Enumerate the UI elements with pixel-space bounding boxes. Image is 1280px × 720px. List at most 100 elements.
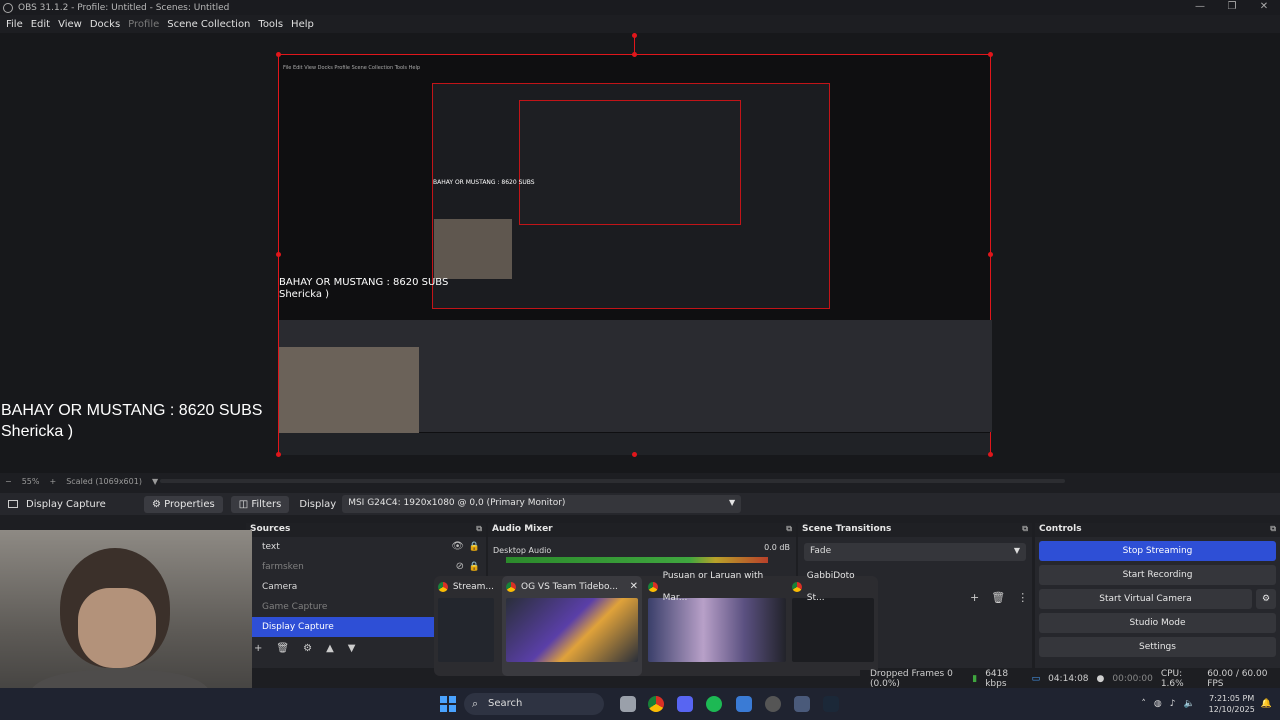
taskbar-thumbnail-popup: Stream... OG VS Team Tidebo... ✕ Pusuan o… [434, 571, 878, 676]
dock-float-icon[interactable]: ⧉ [476, 524, 482, 534]
sources-header: Sources ⧉ [246, 523, 486, 537]
rotation-handle[interactable] [632, 33, 637, 38]
start-recording-button[interactable]: Start Recording [1039, 565, 1276, 585]
studio-mode-button[interactable]: Studio Mode [1039, 613, 1276, 633]
dock-float-icon[interactable]: ⧉ [1022, 524, 1028, 534]
maximize-icon[interactable]: ❐ [1216, 0, 1248, 15]
preview-area[interactable]: File Edit View Docks Profile Scene Colle… [0, 33, 1280, 473]
properties-button[interactable]: ⚙ Properties [144, 495, 223, 513]
chrome-icon[interactable] [648, 696, 664, 712]
resize-handle-tr[interactable] [988, 52, 993, 57]
network-icon[interactable]: ◍ [1154, 699, 1162, 709]
close-icon[interactable]: ✕ [1248, 0, 1280, 15]
resize-handle-b[interactable] [632, 452, 637, 457]
move-down-icon[interactable]: ▼ [348, 643, 356, 654]
menu-edit[interactable]: Edit [27, 19, 54, 30]
filters-button[interactable]: ◫ Filters [230, 495, 290, 513]
dock-float-icon[interactable]: ⧉ [786, 524, 792, 534]
close-icon[interactable]: ✕ [630, 576, 638, 598]
discord-icon[interactable] [677, 696, 693, 712]
settings-button[interactable]: Settings [1039, 637, 1276, 657]
source-item-text[interactable]: text 👁 🔒 [246, 537, 486, 557]
system-tray: ˄ ◍ ♪ 🔈 7:21:05 PM 12/10/2025 🔔 [1141, 688, 1280, 720]
signal-icon: ▮ [972, 674, 978, 684]
controls-dock: Controls ⧉ Stop Streaming Start Recordin… [1035, 523, 1280, 668]
scene-transitions-header: Scene Transitions ⧉ [798, 523, 1032, 537]
nested-webcam [434, 219, 512, 279]
mic-icon[interactable]: ♪ [1170, 699, 1176, 709]
source-settings-icon[interactable]: ⚙ [303, 643, 312, 654]
taskbar-search[interactable]: ⌕ Search [464, 693, 604, 715]
thumbnail-gabbidoto[interactable]: GabbiDoto St... [792, 571, 874, 676]
source-item-farmsken[interactable]: farmsken ⊘ 🔒 [246, 557, 486, 577]
hidden-icon[interactable]: ⊘ [456, 557, 464, 577]
resize-handle-tl[interactable] [276, 52, 281, 57]
menu-help[interactable]: Help [287, 19, 318, 30]
chevron-down-icon: ▼ [1013, 546, 1020, 555]
more-options-icon[interactable]: ⋮ [1017, 591, 1028, 604]
nested-overlay-text: BAHAY OR MUSTANG : 8620 SUBS Shericka ) [279, 277, 449, 300]
remove-transition-icon[interactable]: 🗑 [991, 591, 1005, 604]
display-select[interactable]: MSI G24C4: 1920x1080 @ 0,0 (Primary Moni… [342, 495, 742, 513]
file-explorer-icon[interactable] [620, 696, 636, 712]
zoom-level: 55% [21, 477, 40, 486]
source-name: Display Capture [26, 498, 106, 510]
move-up-icon[interactable]: ▲ [326, 643, 334, 654]
app-icon-2[interactable] [794, 696, 810, 712]
obs-icon[interactable] [765, 696, 781, 712]
visibility-icon[interactable]: 👁 [451, 537, 464, 557]
menu-profile[interactable]: Profile [124, 19, 163, 30]
stream-time: 04:14:08 [1048, 674, 1089, 684]
menu-scene-collection[interactable]: Scene Collection [163, 19, 254, 30]
dock-float-icon[interactable]: ⧉ [1270, 524, 1276, 534]
thumbnail-stream[interactable]: Stream... [438, 576, 494, 676]
display-capture-source[interactable]: File Edit View Docks Profile Scene Colle… [278, 54, 992, 455]
transition-select[interactable]: Fade ▼ [804, 543, 1026, 561]
bitrate: 6418 kbps [985, 669, 1009, 689]
menu-tools[interactable]: Tools [254, 19, 287, 30]
source-toolbar: Display Capture ⚙ Properties ◫ Filters D… [0, 493, 1280, 515]
thumbnail-image [506, 598, 638, 662]
monitor-icon [8, 500, 18, 508]
windows-taskbar: ⌕ Search ˄ ◍ ♪ 🔈 7:21:05 PM 12/10/2025 🔔 [0, 688, 1280, 720]
menu-view[interactable]: View [54, 19, 86, 30]
resize-handle-br[interactable] [988, 452, 993, 457]
channel-level: 0.0 dB [764, 543, 790, 552]
menu-file[interactable]: File [2, 19, 27, 30]
stop-streaming-button[interactable]: Stop Streaming [1039, 541, 1276, 561]
remove-source-icon[interactable]: 🗑 [276, 643, 289, 654]
virtual-camera-settings-icon[interactable]: ⚙ [1256, 589, 1276, 609]
volume-icon[interactable]: 🔈 [1183, 699, 1194, 709]
taskbar-clock[interactable]: 7:21:05 PM 12/10/2025 [1203, 693, 1261, 715]
resize-handle-l[interactable] [276, 252, 281, 257]
virtual-camera-row: Start Virtual Camera ⚙ [1039, 589, 1276, 609]
zoom-out-button[interactable]: − [0, 477, 17, 486]
status-bar: Dropped Frames 0 (0.0%) ▮ 6418 kbps ▭ 04… [860, 669, 1280, 689]
spotify-icon[interactable] [706, 696, 722, 712]
cpu-usage: CPU: 1.6% [1160, 669, 1184, 689]
preview-horizontal-scrollbar[interactable] [160, 479, 1065, 483]
zoom-in-button[interactable]: + [44, 477, 61, 486]
add-transition-icon[interactable]: + [970, 591, 979, 604]
resize-handle-r[interactable] [988, 252, 993, 257]
notification-icon[interactable]: 🔔 [1261, 699, 1272, 709]
start-virtual-camera-button[interactable]: Start Virtual Camera [1039, 589, 1252, 609]
text-source-overlay[interactable]: BAHAY OR MUSTANG : 8620 SUBS Shericka ) [1, 400, 262, 442]
thumbnail-pusuan[interactable]: Pusuan or Laruan with Mar... [648, 571, 786, 676]
steam-icon[interactable] [823, 696, 839, 712]
dropped-frames: Dropped Frames 0 (0.0%) [870, 669, 953, 689]
app-icon[interactable] [736, 696, 752, 712]
menu-docks[interactable]: Docks [86, 19, 124, 30]
lock-icon[interactable]: 🔒 [469, 557, 480, 577]
minimize-icon[interactable]: — [1184, 0, 1216, 15]
resize-handle-bl[interactable] [276, 452, 281, 457]
windows-start-icon[interactable] [440, 696, 456, 712]
lock-icon[interactable]: 🔒 [469, 537, 480, 557]
chevron-up-icon[interactable]: ˄ [1141, 699, 1146, 709]
chrome-icon [438, 582, 448, 592]
add-source-icon[interactable]: + [254, 643, 262, 654]
audio-mixer-header: Audio Mixer ⧉ [488, 523, 796, 537]
thumbnail-og-vs-team[interactable]: OG VS Team Tidebo... ✕ [502, 576, 642, 676]
resize-handle-t[interactable] [632, 52, 637, 57]
nested-menu: File Edit View Docks Profile Scene Colle… [283, 65, 421, 71]
